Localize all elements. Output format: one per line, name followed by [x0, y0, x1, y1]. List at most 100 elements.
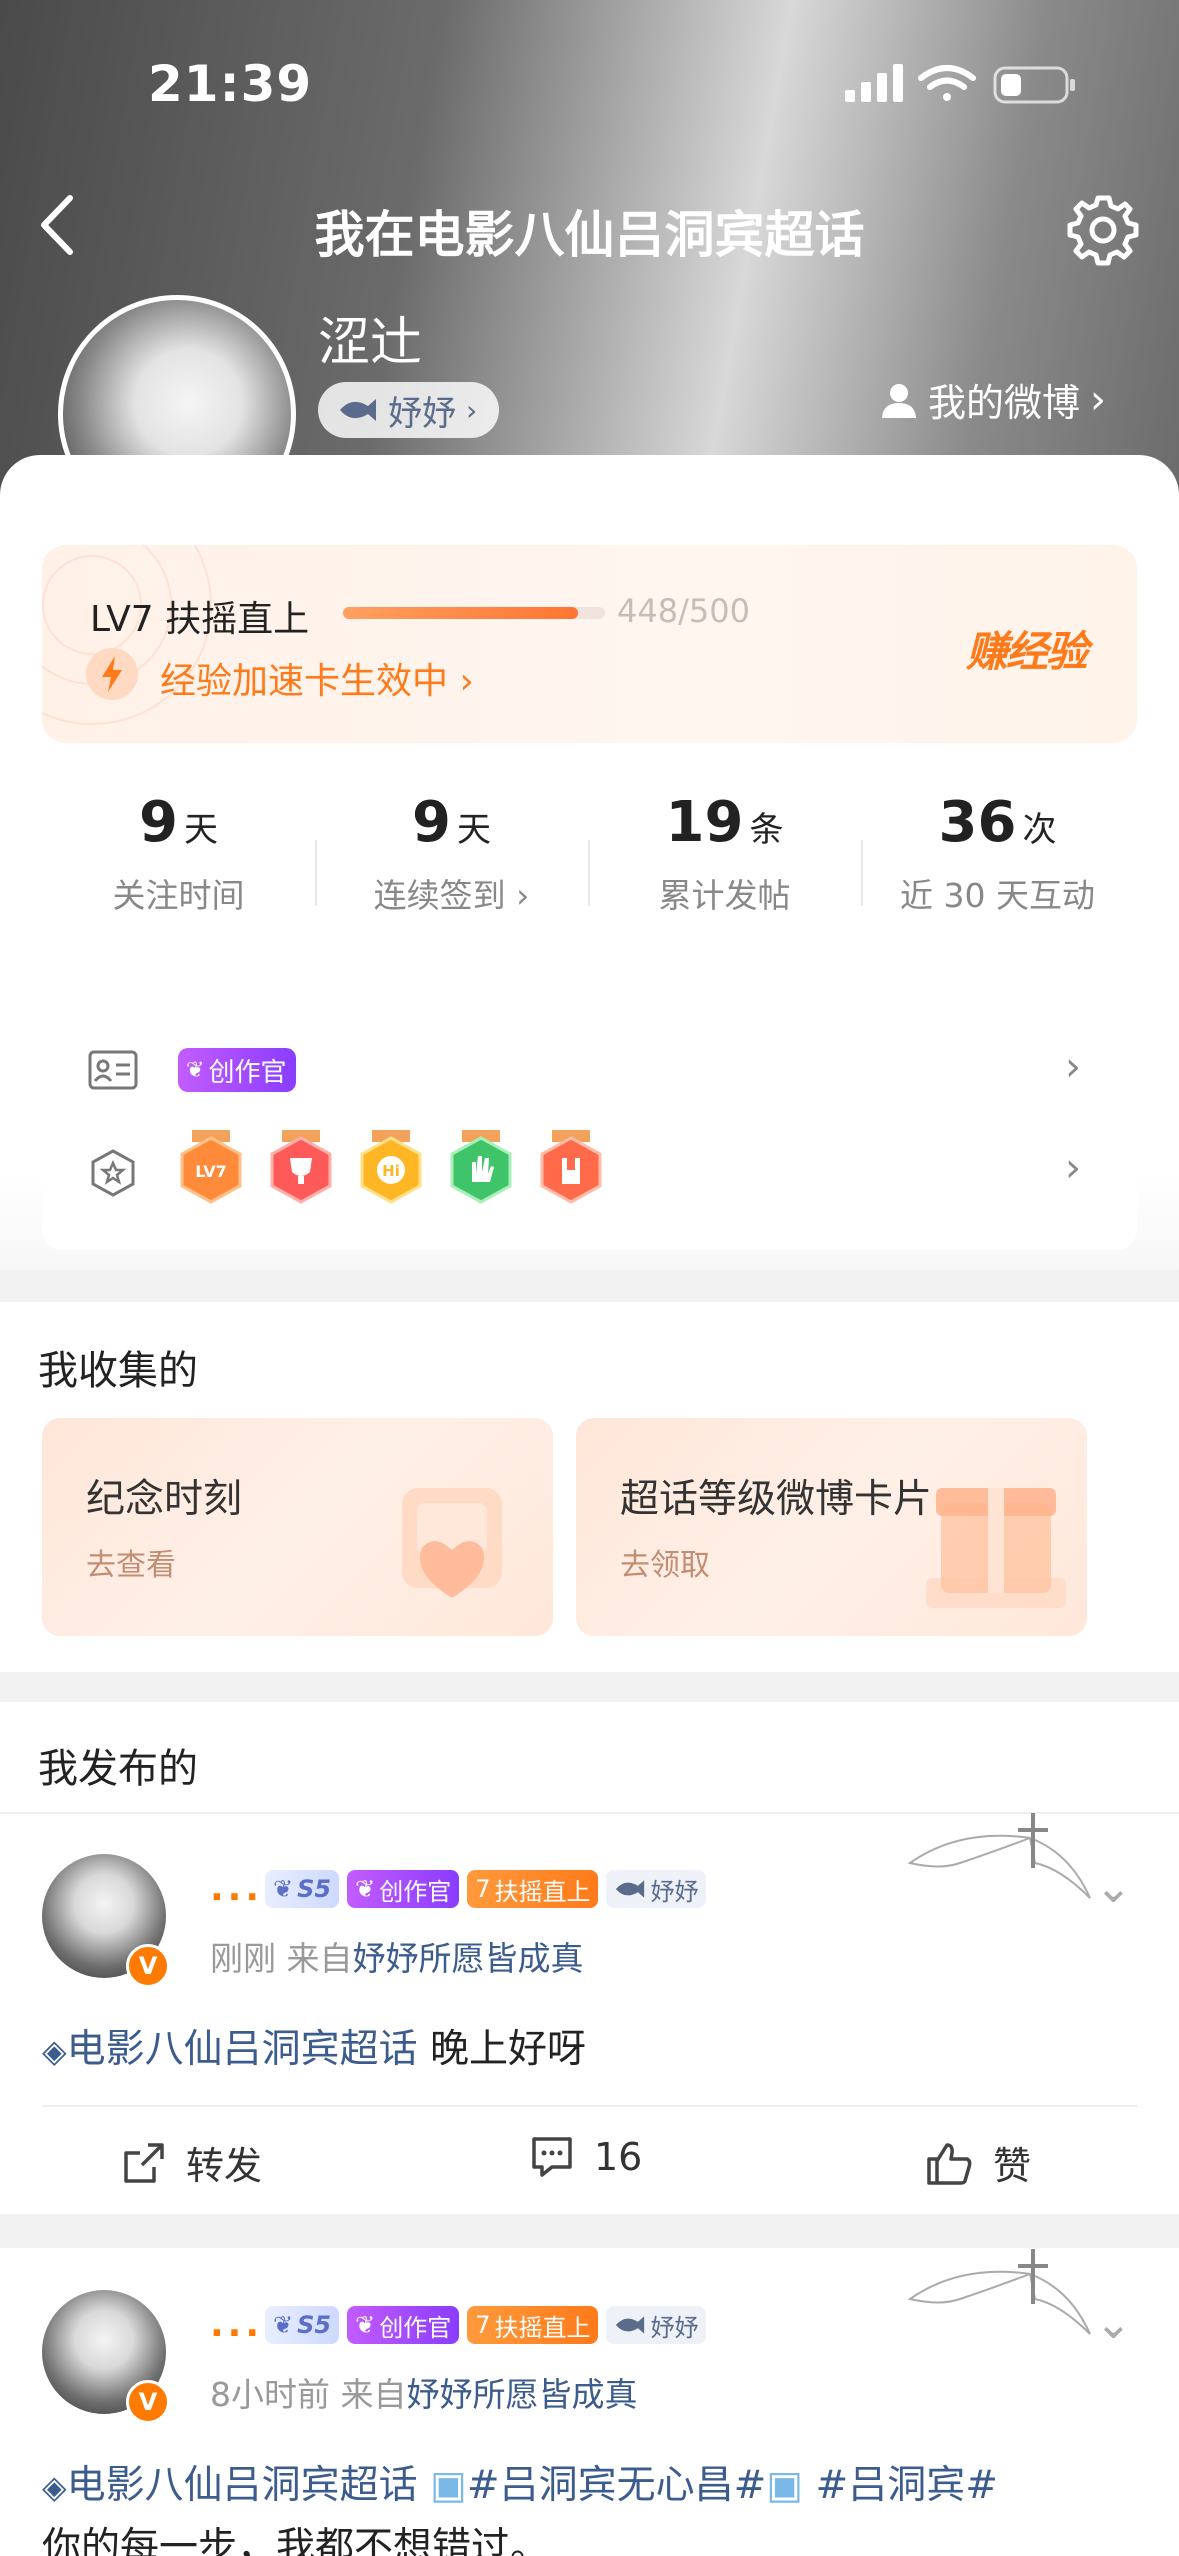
level-badge[interactable]: 7 扶摇直上 [467, 2306, 599, 2344]
wing-cross-decoration-icon [907, 1813, 1091, 1899]
svip-badge[interactable]: ❦ S5 [265, 2306, 340, 2344]
level-badge[interactable]: 7 扶摇直上 [467, 1870, 599, 1908]
fish-icon [340, 399, 376, 421]
post-author[interactable]: ... [210, 2304, 263, 2345]
thumbs-up-icon [927, 2142, 972, 2185]
comment-button[interactable]: 16 [530, 2135, 642, 2179]
butterfly-icon: ❦ [273, 1875, 294, 1903]
stat-label: 累计发帖 [658, 876, 791, 915]
fan-tag[interactable]: 妤妤 › [318, 382, 500, 438]
boost-status-link[interactable]: 经验加速卡生效中 › [160, 652, 474, 704]
diamond-icon: ◈ [42, 2468, 67, 2506]
level-score: 448/500 [617, 592, 750, 630]
collection-card-level[interactable]: 超话等级微博卡片 去领取 [576, 1418, 1087, 1636]
wings-icon: ❦ [355, 2311, 376, 2339]
repost-label: 转发 [186, 2144, 263, 2188]
post-source[interactable]: 妤妤所愿皆成真 [353, 1939, 584, 1978]
chevron-right-icon: › [466, 393, 478, 427]
fan-badge[interactable]: 妤妤 [606, 2306, 707, 2344]
chevron-down-icon[interactable]: ⌄ [1095, 2298, 1132, 2349]
svip-badge[interactable]: ❦ S5 [265, 1870, 340, 1908]
butterfly-icon: ❦ [273, 2311, 294, 2339]
creator-badge-label: 创作官 [208, 1057, 287, 1088]
medal-trophy-icon[interactable] [268, 1130, 334, 1210]
level-label: LV7 扶摇直上 [90, 599, 310, 640]
post-meta: 刚刚 来自妤妤所愿皆成真 [210, 1932, 584, 1980]
post-badges: ❦ S5 ❦ 创作官 7 扶摇直上 妤妤 [265, 1870, 707, 1908]
like-button[interactable]: 赞 [925, 2135, 1031, 2190]
verified-badge-icon: V [126, 2380, 170, 2424]
repost-button[interactable]: 转发 [122, 2135, 262, 2190]
creator-badge[interactable]: ❦ 创作官 [347, 2306, 460, 2344]
medal-hi-icon[interactable]: Hi [358, 1130, 424, 1210]
stat-unit: 次 [1022, 810, 1057, 850]
post-source[interactable]: 妤妤所愿皆成真 [407, 2375, 638, 2414]
status-icons [845, 60, 1085, 110]
ice-cube-icon: ▣ [766, 2463, 804, 2508]
medal-lv7-icon[interactable]: LV7 [178, 1130, 244, 1210]
post-text: 晚上好呀 [430, 2027, 587, 2072]
stat-unit: 天 [456, 810, 491, 850]
person-icon [882, 383, 916, 418]
status-time: 21:39 [148, 55, 313, 113]
page-title: 我在电影八仙吕洞宾超话 [314, 206, 865, 264]
post-source-prefix: 来自 [340, 2375, 407, 2414]
boost-label: 经验加速卡生效中 [160, 661, 449, 702]
comment-count: 16 [594, 2135, 643, 2179]
stat-follow-days: 9天 关注时间 [42, 790, 315, 917]
creator-label: 创作官 [379, 1877, 452, 1906]
collection-card-memorial[interactable]: 纪念时刻 去查看 [42, 1418, 553, 1636]
stat-checkin-days[interactable]: 9天 连续签到 › [315, 790, 588, 917]
fan-badge[interactable]: 妤妤 [606, 1870, 707, 1908]
stat-label: 近 30 天互动 [900, 876, 1095, 915]
username: 涩辻 [318, 313, 423, 373]
chevron-down-icon[interactable]: ⌄ [1095, 1862, 1132, 1913]
card-title: 纪念时刻 [86, 1477, 243, 1522]
stat-label: 关注时间 [112, 876, 245, 915]
badges-panel [42, 1000, 1137, 1250]
verified-badge-icon: V [126, 1944, 170, 1988]
post-author[interactable]: ... [210, 1868, 263, 1909]
earn-exp-button[interactable]: 赚经验 [966, 618, 1088, 679]
settings-button[interactable] [1065, 192, 1141, 268]
stat-value: 36 [938, 790, 1017, 855]
fan-tag-label: 妤妤 [388, 393, 456, 434]
fish-icon [616, 2316, 645, 2334]
post-badges: ❦ S5 ❦ 创作官 7 扶摇直上 妤妤 [265, 2306, 707, 2344]
medal-rock-icon[interactable] [538, 1130, 604, 1210]
chevron-right-icon: › [1090, 376, 1107, 423]
ice-cube-icon: ▣ [430, 2463, 467, 2508]
medal-hand-icon[interactable] [448, 1130, 514, 1210]
fish-icon [616, 1880, 645, 1898]
my-weibo-label: 我的微博 [928, 381, 1081, 425]
svip-label: S5 [297, 2311, 332, 2339]
card-title: 超话等级微博卡片 [620, 1477, 933, 1522]
stat-unit: 条 [749, 810, 784, 850]
gear-icon [1067, 195, 1139, 266]
fan-badge-label: 妤妤 [650, 1877, 699, 1906]
stat-value: 9 [139, 790, 178, 855]
level-num: 7 [475, 2311, 491, 2339]
chevron-right-icon: › [516, 876, 530, 915]
chevron-right-icon[interactable]: › [1065, 1145, 1081, 1191]
signal-icon [845, 64, 903, 102]
hashtag-link[interactable]: #吕洞宾# [816, 2463, 998, 2508]
creator-badge[interactable]: ❦ 创作官 [178, 1048, 297, 1092]
hashtag-link[interactable]: #吕洞宾无心昌# [467, 2463, 766, 2508]
wings-icon: ❦ [186, 1057, 205, 1083]
chevron-right-icon[interactable]: › [1065, 1044, 1081, 1090]
level-progress-fill [343, 607, 578, 619]
my-weibo-link[interactable]: 我的微博 › [880, 372, 1106, 427]
fan-badge-label: 妤妤 [650, 2313, 699, 2342]
post-meta: 8小时前 来自妤妤所愿皆成真 [210, 2368, 638, 2416]
stat-post-count: 19 条 累计发帖 [588, 790, 861, 917]
topic-link[interactable]: ◈电影八仙吕洞宾超话 [42, 2027, 418, 2072]
creator-badge[interactable]: ❦ 创作官 [347, 1870, 460, 1908]
topic-link[interactable]: ◈电影八仙吕洞宾超话 [42, 2463, 418, 2508]
card-action: 去领取 [620, 1548, 710, 1583]
card-action: 去查看 [86, 1548, 176, 1583]
calendar-heart-icon [402, 1488, 502, 1598]
gift-box-icon [926, 1488, 1066, 1608]
share-icon [124, 2142, 164, 2183]
stat-value: 9 [412, 790, 451, 855]
